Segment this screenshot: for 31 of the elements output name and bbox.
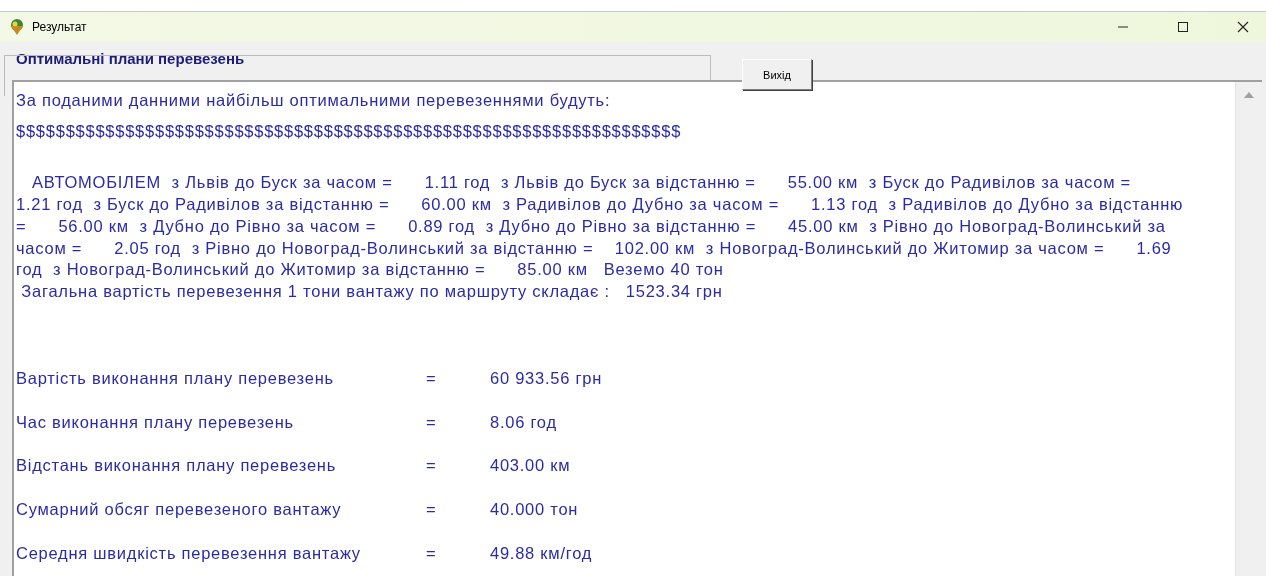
result-text: Загальна вартість перевезення 1 тони вантажу по маршруту складає : 1523.34 грн — [20, 280, 724, 302]
window-title: Результат — [32, 20, 88, 34]
result-text: = 56.00 км з Дубно до Рівно за часом = 0.89 год з Дубно до Рівно за відстанню = 45.00 км з Рівно до Новоград-Волинський за — [16, 215, 1167, 237]
app-icon — [8, 18, 26, 36]
result-text: АВТОМОБІЛЕМ з Львів до Буск за часом = 1.11 год з Львів до Буск за відстанню = 55.00 км з Буск до Радивілов за часом = — [31, 172, 1132, 194]
exit-button[interactable]: Вихід — [742, 59, 812, 90]
result-text: 1.21 год з Буск до Радивілов за відстанню = 60.00 км з Радивілов до Дубно за часом = 1.13 год з Радивілов до Дубно за відстанню — [16, 194, 1185, 216]
stat-label: Сумарний обсяг перевезеного вантажу — [16, 499, 343, 521]
stat-label: Час виконання плану перевезень — [16, 411, 295, 433]
close-icon[interactable] — [1237, 21, 1249, 33]
result-text: За поданими данними найбільш оптимальними перевезеннями будуть: — [16, 90, 612, 111]
scroll-up-icon[interactable] — [1244, 92, 1254, 98]
result-text: часом = 2.05 год з Рівно до Новоград-Волинський за відстанню = 102.00 км з Новоград-Волинський до Житомир за часом = 1.69 — [16, 237, 1173, 259]
equals-sign: = — [426, 367, 438, 389]
separator-line: $$$$$$$$$$$$$$$$$$$$$$$$$$$$$$$$$$$$$$$$$$$$$$$$$$$$$$$$$$$$$$$$$$$ — [16, 120, 683, 142]
stat-value: 403.00 км — [490, 455, 572, 477]
stat-label: Відстань виконання плану перевезень — [16, 455, 338, 477]
equals-sign: = — [426, 455, 438, 477]
maximize-icon[interactable] — [1177, 21, 1189, 33]
group-title: Оптимальні плани перевезень — [15, 50, 246, 67]
stat-label: Вартість виконання плану перевезень — [16, 367, 335, 389]
result-text: год з Новоград-Волинський до Житомир за відстанню = 85.00 км Веземо 40 тон — [16, 259, 725, 281]
stat-value: 60 933.56 грн — [490, 367, 604, 389]
equals-sign: = — [426, 543, 438, 565]
equals-sign: = — [426, 411, 438, 433]
stat-value: 49.88 км/год — [490, 543, 594, 565]
scrollbar[interactable] — [1235, 82, 1262, 576]
stat-value: 8.06 год — [490, 411, 558, 433]
equals-sign: = — [426, 499, 438, 521]
stat-value: 40.000 тон — [490, 499, 580, 521]
stat-label: Середня швидкість перевезення вантажу — [16, 543, 362, 565]
